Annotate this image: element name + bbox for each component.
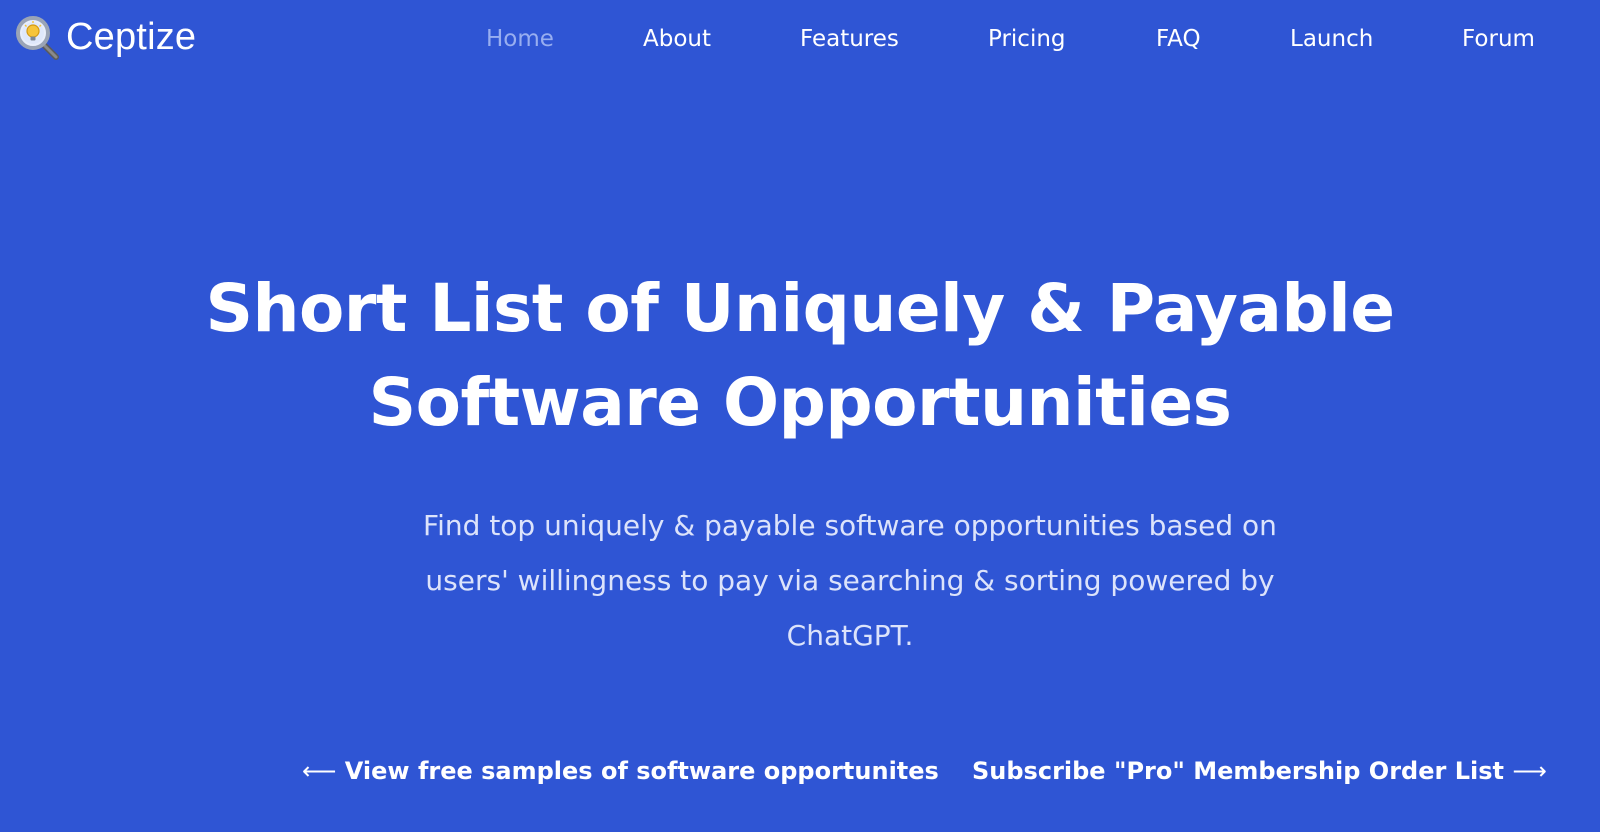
nav-item-about: About (643, 22, 711, 56)
hero-subtitle-line-3: ChatGPT. (786, 619, 914, 652)
main-nav: Home About Features Pricing FAQ Launch F… (0, 22, 1600, 58)
arrow-right-icon: ⟶ (1512, 757, 1547, 785)
subscribe-pro-link[interactable]: Subscribe "Pro" Membership Order List ⟶ (972, 754, 1547, 788)
nav-item-features: Features (800, 22, 899, 56)
nav-item-pricing: Pricing (988, 22, 1066, 56)
hero-title: Short List of Uniquely & Payable Softwar… (160, 262, 1440, 450)
nav-link-pricing[interactable]: Pricing (988, 22, 1066, 56)
hero-subtitle: Find top uniquely & payable software opp… (400, 498, 1300, 663)
nav-item-faq: FAQ (1156, 22, 1201, 56)
nav-link-about[interactable]: About (643, 22, 711, 56)
arrow-left-icon: ⟵ (302, 757, 337, 785)
nav-link-faq[interactable]: FAQ (1156, 22, 1201, 56)
nav-link-launch[interactable]: Launch (1290, 22, 1373, 56)
view-free-samples-link[interactable]: ⟵ View free samples of software opportun… (302, 754, 939, 788)
nav-item-launch: Launch (1290, 22, 1373, 56)
hero-title-line-1: Short List of Uniquely & Payable (205, 270, 1395, 347)
hero-title-line-2: Software Opportunities (368, 364, 1232, 441)
hero-subtitle-line-2: users' willingness to pay via searching … (425, 564, 1275, 597)
view-free-samples-label: View free samples of software opportunit… (344, 757, 939, 785)
navbar: Ceptize Home About Features Pricing FAQ … (0, 0, 1600, 80)
hero-subtitle-line-1: Find top uniquely & payable software opp… (423, 509, 1277, 542)
nav-link-home[interactable]: Home (486, 22, 554, 56)
subscribe-pro-label: Subscribe "Pro" Membership Order List (972, 757, 1504, 785)
nav-link-forum[interactable]: Forum (1462, 22, 1535, 56)
nav-link-features[interactable]: Features (800, 22, 899, 56)
nav-item-forum: Forum (1462, 22, 1535, 56)
nav-item-home: Home (486, 22, 554, 56)
